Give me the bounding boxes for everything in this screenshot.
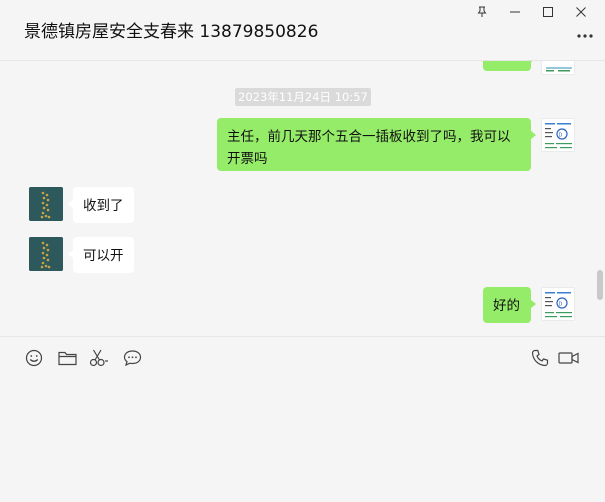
input-toolbar bbox=[0, 336, 605, 377]
message-text: 可以开 bbox=[83, 248, 124, 264]
message-bubble-self[interactable]: 好的 bbox=[483, 287, 536, 323]
message-bubble-other[interactable]: 收到了 bbox=[68, 187, 134, 223]
message-scrollbar[interactable] bbox=[597, 270, 603, 300]
minimize-icon[interactable] bbox=[498, 2, 531, 22]
contact-avatar[interactable] bbox=[29, 187, 63, 221]
message-text: 主任，前几天那个五合一插板收到了吗，我可以开票吗 bbox=[227, 129, 511, 167]
chat-window: 景德镇房屋安全支春来 13879850826 2023年11月24日 10:57… bbox=[0, 0, 605, 502]
phone-icon[interactable] bbox=[529, 348, 551, 368]
message-bubble-self[interactable]: 主任，前几天那个五合一插板收到了吗，我可以开票吗 bbox=[217, 118, 536, 171]
close-icon[interactable] bbox=[564, 2, 597, 22]
maximize-icon[interactable] bbox=[531, 2, 564, 22]
self-avatar[interactable] bbox=[541, 61, 575, 75]
svg-text:D: D bbox=[559, 133, 563, 139]
more-icon[interactable] bbox=[573, 28, 597, 44]
video-icon[interactable] bbox=[557, 348, 581, 368]
chat-bubble-icon[interactable] bbox=[121, 348, 143, 368]
message-input-area[interactable] bbox=[0, 377, 605, 502]
folder-icon[interactable] bbox=[56, 348, 78, 368]
message-timestamp: 2023年11月24日 10:57 bbox=[235, 88, 371, 106]
message-list: 2023年11月24日 10:57 主任，前几天那个五合一插板收到了吗，我可以开… bbox=[0, 61, 605, 335]
title-bar: 景德镇房屋安全支春来 13879850826 bbox=[0, 0, 605, 61]
svg-text:D: D bbox=[559, 302, 563, 308]
window-controls bbox=[465, 2, 597, 22]
scissors-icon[interactable] bbox=[88, 348, 110, 368]
contact-avatar[interactable] bbox=[29, 237, 63, 271]
previous-message-bubble[interactable] bbox=[483, 61, 536, 71]
message-text: 好的 bbox=[493, 298, 520, 314]
chat-title: 景德镇房屋安全支春来 13879850826 bbox=[24, 22, 319, 42]
message-text: 收到了 bbox=[83, 198, 124, 214]
self-avatar[interactable]: D bbox=[541, 287, 575, 321]
pin-icon[interactable] bbox=[465, 2, 498, 22]
emoji-icon[interactable] bbox=[23, 348, 45, 368]
message-bubble-other[interactable]: 可以开 bbox=[68, 237, 134, 273]
self-avatar[interactable]: D bbox=[541, 118, 575, 152]
